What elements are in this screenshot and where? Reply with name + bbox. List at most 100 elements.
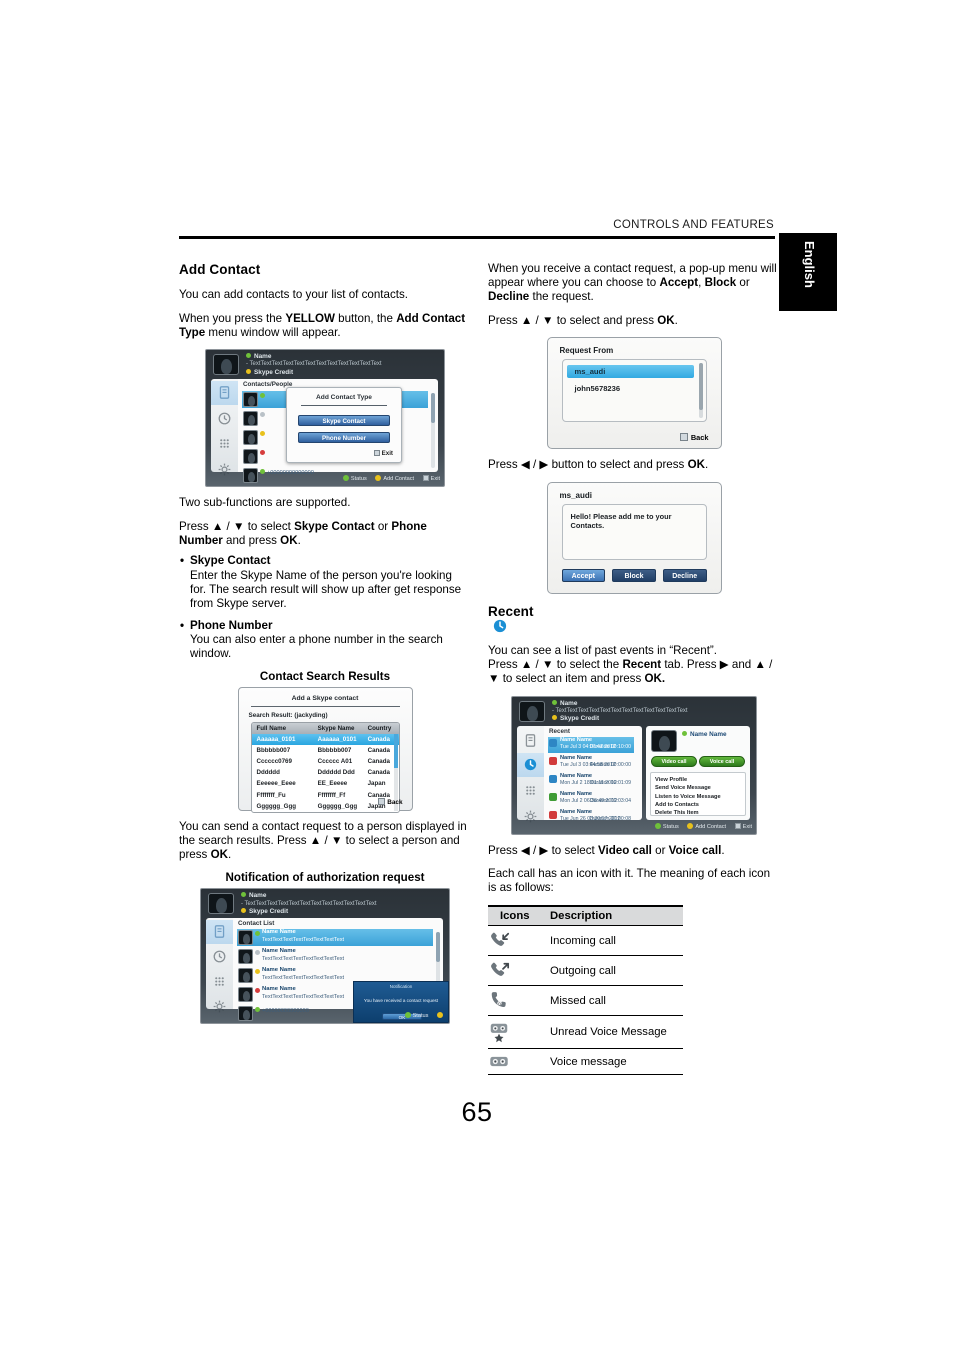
- contact-avatar: [243, 392, 258, 408]
- contacts-icon[interactable]: [213, 925, 226, 939]
- text-bold-accept: Accept: [659, 276, 699, 290]
- scrollbar[interactable]: [698, 363, 703, 419]
- back-key-icon: [378, 797, 386, 805]
- contacts-icon[interactable]: [218, 386, 231, 400]
- text-run: and press: [222, 533, 281, 547]
- recent-entry[interactable]: Name Name Tue Jul 3 04:07:47 2012 Durati…: [548, 736, 634, 753]
- table-row[interactable]: Bbbbbb007 Bbbbbb007 Canada: [252, 745, 399, 756]
- modal-divider: [301, 405, 387, 407]
- recent-entry[interactable]: Name Name Mon Jul 2 18:01:11 2012 Durati…: [548, 773, 634, 789]
- account-detail: - TextTextTextTextTextTextTextTextTextTe…: [552, 707, 688, 714]
- icons-description-table: Icons Description Incoming call Outgoing…: [488, 905, 683, 1076]
- menu-item-add-to-contacts[interactable]: Add to Contacts: [655, 801, 745, 809]
- table-row[interactable]: Cccccc0769 Cccccc A01 Canada: [252, 756, 399, 767]
- status-dot-online-icon: [241, 892, 246, 898]
- status-dot-icon: [255, 988, 260, 994]
- figure-caption-contact-search: Contact Search Results: [259, 669, 391, 683]
- table-row[interactable]: Gggggg_Ggg Gggggg_Ggg Japan: [252, 801, 399, 812]
- text-run: .: [297, 533, 301, 547]
- add-contact-key-icon: [687, 822, 694, 829]
- scrollbar[interactable]: [431, 393, 435, 469]
- decline-button[interactable]: Decline: [662, 568, 707, 582]
- back-hint[interactable]: Back: [679, 433, 709, 442]
- outgoing-call-icon: [549, 792, 557, 801]
- right-column: When you receive a contact request, a po…: [488, 262, 780, 1076]
- account-credit: Skype Credit: [560, 715, 600, 723]
- dialpad-icon[interactable]: [524, 784, 537, 797]
- section-heading-recent: Recent: [488, 604, 780, 633]
- text-run: or: [374, 519, 392, 533]
- skype-contact-button[interactable]: Skype Contact: [298, 415, 390, 427]
- recent-clock-icon[interactable]: [213, 950, 226, 963]
- paragraph-add-contacts: You can add contacts to your list of con…: [179, 288, 409, 301]
- credit-dot-icon: [246, 368, 251, 374]
- table-header-row: Icons Description: [488, 905, 683, 927]
- text-run: or: [651, 843, 669, 857]
- list-item: Phone Number You can also enter a phone …: [179, 619, 471, 662]
- add-contact-type-modal: Add Contact Type Skype Contact Phone Num…: [286, 387, 402, 464]
- recent-entry[interactable]: Name Name Mon Jul 2 06:36:49 2012 Durati…: [548, 791, 634, 807]
- recent-label: Recent: [488, 603, 534, 619]
- voice-call-button[interactable]: Voice call: [699, 755, 745, 767]
- nav-rail[interactable]: [517, 725, 544, 823]
- menu-item-send-voice-message[interactable]: Send Voice Message: [655, 784, 745, 792]
- avatar: [519, 700, 545, 722]
- status-dot-icon: [255, 931, 260, 937]
- contact-row[interactable]: Name Name TextTextTextTextTextTextTextTe…: [237, 929, 433, 947]
- recent-entry[interactable]: Name Name Tue Jul 3 03:44:58 2012 Durati…: [548, 755, 634, 771]
- figure-contact-request-dialog: ms_audi Hello! Please add me to your Con…: [546, 481, 722, 594]
- account-name: Name: [560, 699, 578, 707]
- table-row[interactable]: Eeeeee_Eeee EE_Eeeee Japan: [252, 778, 399, 789]
- nav-rail[interactable]: [206, 918, 233, 1013]
- text-run: Press ◀ / ▶ button to select and press: [488, 458, 688, 472]
- language-tab: English: [779, 233, 837, 311]
- menu-item-listen-voice-message[interactable]: Listen to Voice Message: [655, 793, 745, 801]
- menu-item-delete-this-item[interactable]: Delete This Item: [655, 809, 745, 817]
- paragraph-two-subfunctions: Two sub-functions are supported.: [179, 496, 351, 510]
- recent-clock-icon[interactable]: [524, 758, 537, 771]
- recent-clock-icon[interactable]: [218, 412, 231, 425]
- nav-rail[interactable]: [211, 379, 238, 476]
- request-option[interactable]: ms_audi: [566, 365, 694, 379]
- dialpad-icon[interactable]: [213, 975, 226, 988]
- icon-description: Missed call: [550, 985, 683, 1017]
- missed-call-icon: [549, 756, 557, 765]
- status-dot-icon: [260, 393, 265, 399]
- exit-hint[interactable]: Exit: [373, 450, 393, 457]
- exit-key-icon: [734, 822, 741, 829]
- panel-title: Contacts/People: [243, 381, 293, 389]
- text-bold-yellow: YELLOW: [285, 311, 335, 325]
- video-call-button[interactable]: Video call: [651, 755, 697, 767]
- add-contact-key-icon: [375, 475, 382, 482]
- text-run: .: [721, 843, 725, 857]
- paragraph-yellow-button: When you press the YELLOW button, the Ad…: [179, 312, 471, 340]
- text-bold-video-call: Video call: [597, 843, 652, 857]
- text-run: Press ▲ / ▼ to select the: [488, 658, 623, 672]
- paragraph-send-request: You can send a contact request to a pers…: [179, 820, 471, 862]
- block-button[interactable]: Block: [612, 568, 656, 582]
- menu-item-view-profile[interactable]: View Profile: [655, 776, 745, 784]
- contact-avatar: [243, 430, 258, 446]
- credit-dot-icon: [241, 907, 246, 913]
- account-bar: Name - TextTextTextTextTextTextTextTextT…: [206, 350, 444, 377]
- running-head: CONTROLS AND FEATURES: [613, 219, 774, 231]
- text-run: Press ▲ / ▼ to select: [179, 519, 295, 533]
- table-row[interactable]: Dddddd Dddddd Ddd Canada: [252, 767, 399, 778]
- back-hint[interactable]: Back: [378, 797, 403, 806]
- dialpad-icon[interactable]: [218, 437, 231, 450]
- column-header-icons: Icons: [488, 905, 550, 927]
- text-run: the request.: [529, 290, 594, 304]
- status-bar: Status: [201, 1010, 445, 1022]
- icon-cell: 0: [488, 985, 550, 1017]
- text-run: .: [674, 313, 678, 327]
- phone-number-button[interactable]: Phone Number: [298, 432, 390, 444]
- text-bold-decline: Decline: [488, 290, 530, 304]
- contact-avatar: [238, 949, 253, 965]
- contact-row[interactable]: Name Name TextTextTextTextTextTextTextTe…: [237, 948, 433, 965]
- account-info: Name - TextTextTextTextTextTextTextTextT…: [241, 892, 377, 915]
- contacts-icon[interactable]: [524, 733, 537, 747]
- table-row[interactable]: Ffffffff_Fu Ffffffff_Ff Canada: [252, 789, 399, 800]
- table-row[interactable]: Aaaaaa_0101 Aaaaaa_0101 Canada: [251, 733, 399, 745]
- accept-button[interactable]: Accept: [561, 568, 606, 582]
- request-option[interactable]: john5678236: [567, 382, 702, 395]
